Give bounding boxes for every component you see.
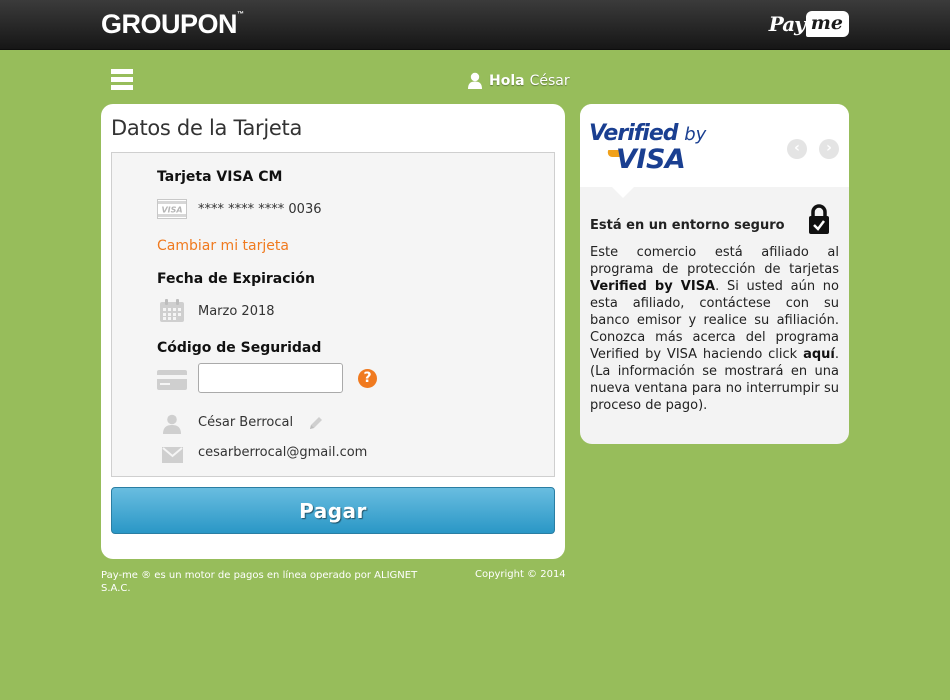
secure-info-text: Este comercio está afiliado al programa … [590,245,839,413]
prev-arrow-icon[interactable]: ‹ [787,139,807,159]
user-icon [163,414,181,434]
edit-pencil-icon[interactable] [308,415,324,431]
credit-card-icon [157,370,187,390]
security-code-label: Código de Seguridad [157,340,322,356]
user-icon [468,72,482,89]
verified-by-visa-banner: Verified by VISA ‹ › [580,104,849,187]
card-number: **** **** **** 0036 [198,202,322,217]
email-value: cesarberrocal@gmail.com [198,445,368,460]
change-card-link[interactable]: Cambiar mi tarjeta [157,238,289,254]
payme-logo: Pay me [769,11,849,37]
payme-logo-me: me [805,11,849,37]
expiry-label: Fecha de Expiración [157,271,315,287]
help-icon[interactable]: ? [358,369,377,388]
hamburger-icon[interactable] [111,69,133,91]
holder-name: César Berrocal [198,415,294,430]
banner-pointer [612,187,634,198]
secure-info-panel: Verified by VISA ‹ › Está en un entorno … [580,104,849,444]
verified-by-visa-logo[interactable]: Verified by [589,121,706,146]
expiry-value: Marzo 2018 [198,304,275,319]
footer-copyright: Copyright © 2014 [475,569,566,580]
lock-icon [809,204,829,234]
here-link[interactable]: aquí [803,347,835,362]
card-details-box: Tarjeta VISA CM VISA **** **** **** 0036… [111,152,555,477]
next-arrow-icon[interactable]: › [819,139,839,159]
panel-title: Datos de la Tarjeta [111,116,303,140]
footer-disclaimer: Pay-me ® es un motor de pagos en línea o… [101,570,418,594]
svg-text:VISA: VISA [161,206,182,215]
secure-environment-title: Está en un entorno seguro [590,218,785,233]
security-code-input[interactable] [198,363,343,393]
greeting-hola: Hola [489,72,525,89]
payme-logo-pay: Pay [768,12,806,36]
top-bar: GROUPON™ Pay me [0,0,950,50]
calendar-icon [160,299,184,322]
card-label: Tarjeta VISA CM [157,169,283,185]
mail-icon [162,447,183,463]
groupon-logo[interactable]: GROUPON™ [101,9,244,40]
pay-button[interactable]: Pagar [111,487,555,534]
card-details-panel: Datos de la Tarjeta Tarjeta VISA CM VISA… [101,104,565,559]
user-greeting[interactable]: Hola César [467,72,570,89]
greeting-name: César [529,72,570,89]
visa-card-icon: VISA [157,199,187,219]
visa-logo-text: VISA [616,144,686,175]
